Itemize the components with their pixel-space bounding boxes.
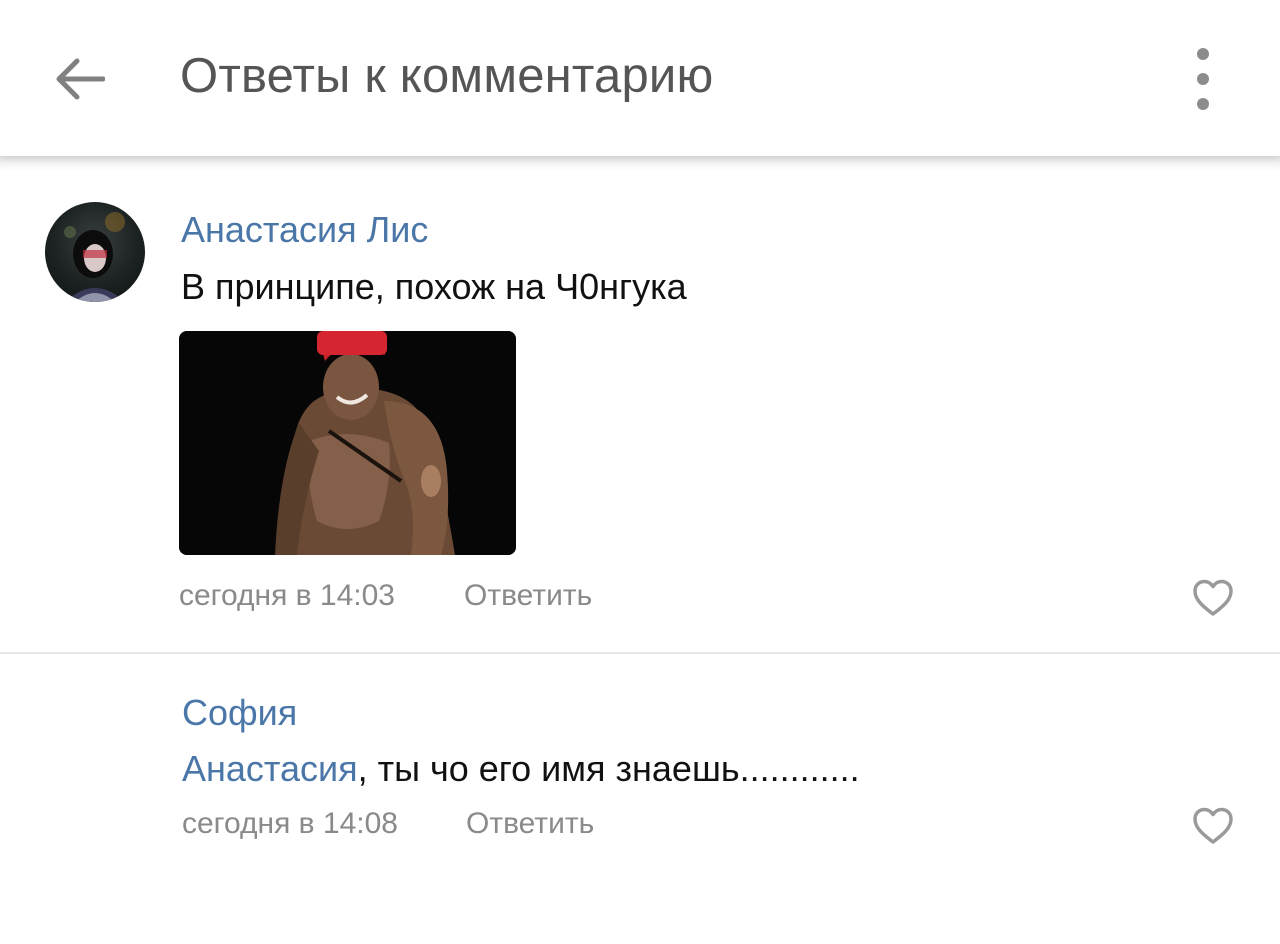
avatar-image (64, 212, 125, 302)
reply-button[interactable]: Ответить (464, 579, 592, 613)
top-bar: Ответы к комментарию (0, 0, 1280, 156)
header-shadow (0, 156, 1280, 170)
back-button[interactable] (44, 46, 114, 112)
mention-link[interactable]: Анастасия (182, 748, 358, 789)
comment-timestamp: сегодня в 14:08 (182, 807, 398, 840)
heart-outline-icon (1193, 807, 1233, 844)
comment-text: Анастасия, ты чо его имя знаешь.........… (182, 748, 860, 790)
comment-timestamp: сегодня в 14:03 (179, 579, 395, 612)
photo-image (179, 331, 516, 555)
heart-outline-icon (1193, 579, 1233, 616)
arrow-left-icon (56, 58, 105, 100)
avatar[interactable] (45, 202, 145, 302)
page-title: Ответы к комментарию (180, 49, 714, 103)
more-vertical-icon (1197, 48, 1209, 60)
comment-divider (0, 652, 1280, 654)
like-button[interactable] (1191, 806, 1235, 846)
comment-text: В принципе, похож на Ч0нгука (181, 266, 687, 307)
comment-author[interactable]: София (182, 692, 297, 734)
more-menu-button[interactable] (1178, 48, 1228, 110)
comment-text-body: , ты чо его имя знаешь............ (357, 748, 860, 789)
comment-author[interactable]: Анастасия Лис (181, 209, 428, 251)
like-button[interactable] (1191, 578, 1235, 618)
comment-photo[interactable] (179, 331, 516, 555)
reply-button[interactable]: Ответить (466, 807, 594, 841)
